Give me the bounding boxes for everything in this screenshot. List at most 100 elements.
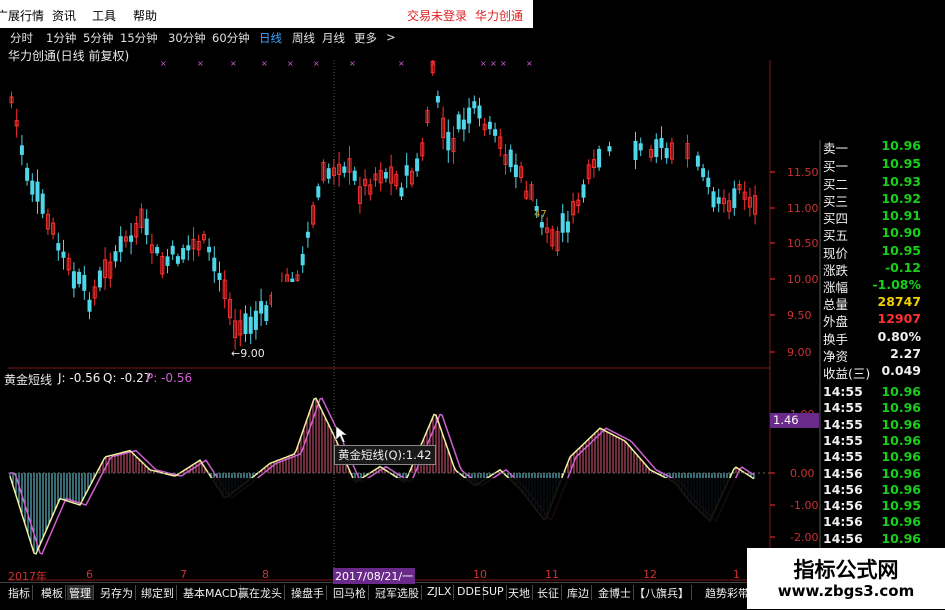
trade-row: 14:56 10.96 <box>823 465 941 481</box>
candle-body <box>30 180 35 195</box>
quote-row: 现价 10.95 <box>823 242 941 261</box>
quote-row: 净资 2.27 <box>823 345 941 364</box>
quote-value: 10.95 <box>881 243 921 258</box>
toolbar-button-10[interactable]: ZJLX <box>425 585 455 600</box>
quote-row: 买二 10.93 <box>823 173 941 192</box>
candle-body <box>352 170 357 181</box>
candle-body <box>487 121 492 130</box>
quote-row: 买五 10.90 <box>823 224 941 243</box>
toolbar-button-9[interactable]: 冠军选股 <box>373 585 422 600</box>
period-1[interactable]: 1分钟 <box>46 30 76 46</box>
quote-row: 换手 0.80% <box>823 328 941 347</box>
toolbar-button-16[interactable]: 金博士 <box>596 585 634 600</box>
period-4[interactable]: 30分钟 <box>168 30 206 46</box>
quote-value: 10.90 <box>881 225 921 240</box>
period-0[interactable]: 分时 <box>10 30 33 46</box>
trade-row: 14:55 10.96 <box>823 448 941 464</box>
candle-body <box>87 299 92 312</box>
price-axis-label: 11.00 <box>787 202 819 215</box>
date-axis-label: 1 <box>733 568 740 581</box>
toolbar-button-3[interactable]: 另存为 <box>98 585 136 600</box>
candle-body <box>77 271 82 285</box>
candle-body <box>165 256 170 266</box>
quote-value: -0.12 <box>884 260 921 275</box>
trade-time: 14:55 <box>823 432 863 448</box>
indicator-q-value: Q: -0.27 <box>103 371 152 385</box>
indicator-p-value: P: -0.56 <box>146 371 193 385</box>
period-6[interactable]: 日线 <box>259 30 282 46</box>
trade-price: 10.95 <box>881 498 921 514</box>
toolbar-button-2[interactable]: 管理 <box>67 585 94 600</box>
indicator-name[interactable]: 黄金短线 <box>4 371 52 388</box>
trade-row: 14:55 10.96 <box>823 432 941 448</box>
quote-value: 0.80% <box>877 329 921 344</box>
candle-body <box>170 245 175 255</box>
candle-body <box>508 149 513 168</box>
toolbar-button-0[interactable]: 指标 <box>6 585 33 600</box>
signal-line-j <box>9 397 755 555</box>
trade-price: 10.96 <box>881 449 921 465</box>
toolbar-button-14[interactable]: 长征 <box>535 585 562 600</box>
cursor-value-badge: 1.46 <box>770 413 819 428</box>
candle-body <box>25 167 30 181</box>
period-8[interactable]: 月线 <box>322 30 345 46</box>
signal-marker: × <box>160 60 167 68</box>
toolbar-button-15[interactable]: 库边 <box>565 585 592 600</box>
trade-row: 14:56 10.95 <box>823 497 941 513</box>
quote-value: 12907 <box>877 311 922 326</box>
signal-marker: × <box>490 60 497 68</box>
redacted-block <box>170 478 750 526</box>
trade-row: 14:55 10.96 <box>823 399 941 415</box>
more-arrow-icon[interactable]: > <box>386 30 396 44</box>
menu-tools[interactable]: 工具 <box>92 7 116 24</box>
trade-row: 14:56 10.96 <box>823 513 941 529</box>
signal-marker: × <box>398 60 405 68</box>
period-2[interactable]: 5分钟 <box>83 30 113 46</box>
signal-marker: × <box>480 60 487 68</box>
toolbar-button-13[interactable]: 天地 <box>506 585 533 600</box>
signal-marker: × <box>230 60 237 68</box>
toolbar-button-8[interactable]: 回马枪 <box>331 585 369 600</box>
stock-name-label: 华力创通 <box>475 9 524 23</box>
quote-value: 10.96 <box>881 138 921 153</box>
quote-row: 总量 28747 <box>823 293 941 312</box>
kline-chart[interactable]: × × × × × × × × × × × × ×11.5011.0010.5010.009.509.0… <box>0 60 945 582</box>
signal-marker: × <box>313 60 320 68</box>
toolbar-button-6[interactable]: 赢在龙头 <box>236 585 285 600</box>
period-3[interactable]: 15分钟 <box>120 30 158 46</box>
toolbar-button-18[interactable]: 趋势彩带 <box>703 585 752 600</box>
candle-body <box>467 107 472 124</box>
date-axis-label: 8 <box>262 568 269 581</box>
menu-market[interactable]: 广展行情 <box>0 7 44 24</box>
toolbar-button-12[interactable]: SUP <box>480 585 507 600</box>
candle-body <box>404 165 409 176</box>
toolbar-button-4[interactable]: 绑定到 <box>139 585 177 600</box>
toolbar-button-1[interactable]: 模板 <box>39 585 66 600</box>
period-9[interactable]: 更多 <box>354 30 377 46</box>
quote-value: 28747 <box>877 294 922 309</box>
login-status-link[interactable]: 交易未登录 <box>407 7 467 24</box>
quote-value: 2.27 <box>890 346 921 361</box>
trade-price: 10.96 <box>881 384 921 399</box>
toolbar-button-17[interactable]: 【八旗兵】 <box>632 585 692 600</box>
candle-body <box>539 222 544 228</box>
period-7[interactable]: 周线 <box>292 30 315 46</box>
menu-news[interactable]: 资讯 <box>52 7 76 24</box>
signal-marker: × <box>197 60 204 68</box>
toolbar-button-5[interactable]: 基本MACD <box>181 585 241 600</box>
signal-marker: × <box>500 60 507 68</box>
trade-time: 14:56 <box>823 514 863 530</box>
trade-price: 10.96 <box>881 400 921 416</box>
candle-body <box>633 140 638 160</box>
price-axis-label: 9.00 <box>787 346 812 359</box>
menu-help[interactable]: 帮助 <box>133 7 157 24</box>
candle-body <box>581 184 586 198</box>
candle-body <box>701 168 706 178</box>
toolbar-button-7[interactable]: 操盘手 <box>289 585 327 600</box>
candle-body <box>82 274 87 291</box>
period-5[interactable]: 60分钟 <box>212 30 250 46</box>
trade-price: 10.96 <box>881 416 921 432</box>
trade-price: 10.96 <box>881 481 921 497</box>
quote-value: 10.92 <box>881 191 921 206</box>
trade-price: 10.96 <box>881 514 921 530</box>
